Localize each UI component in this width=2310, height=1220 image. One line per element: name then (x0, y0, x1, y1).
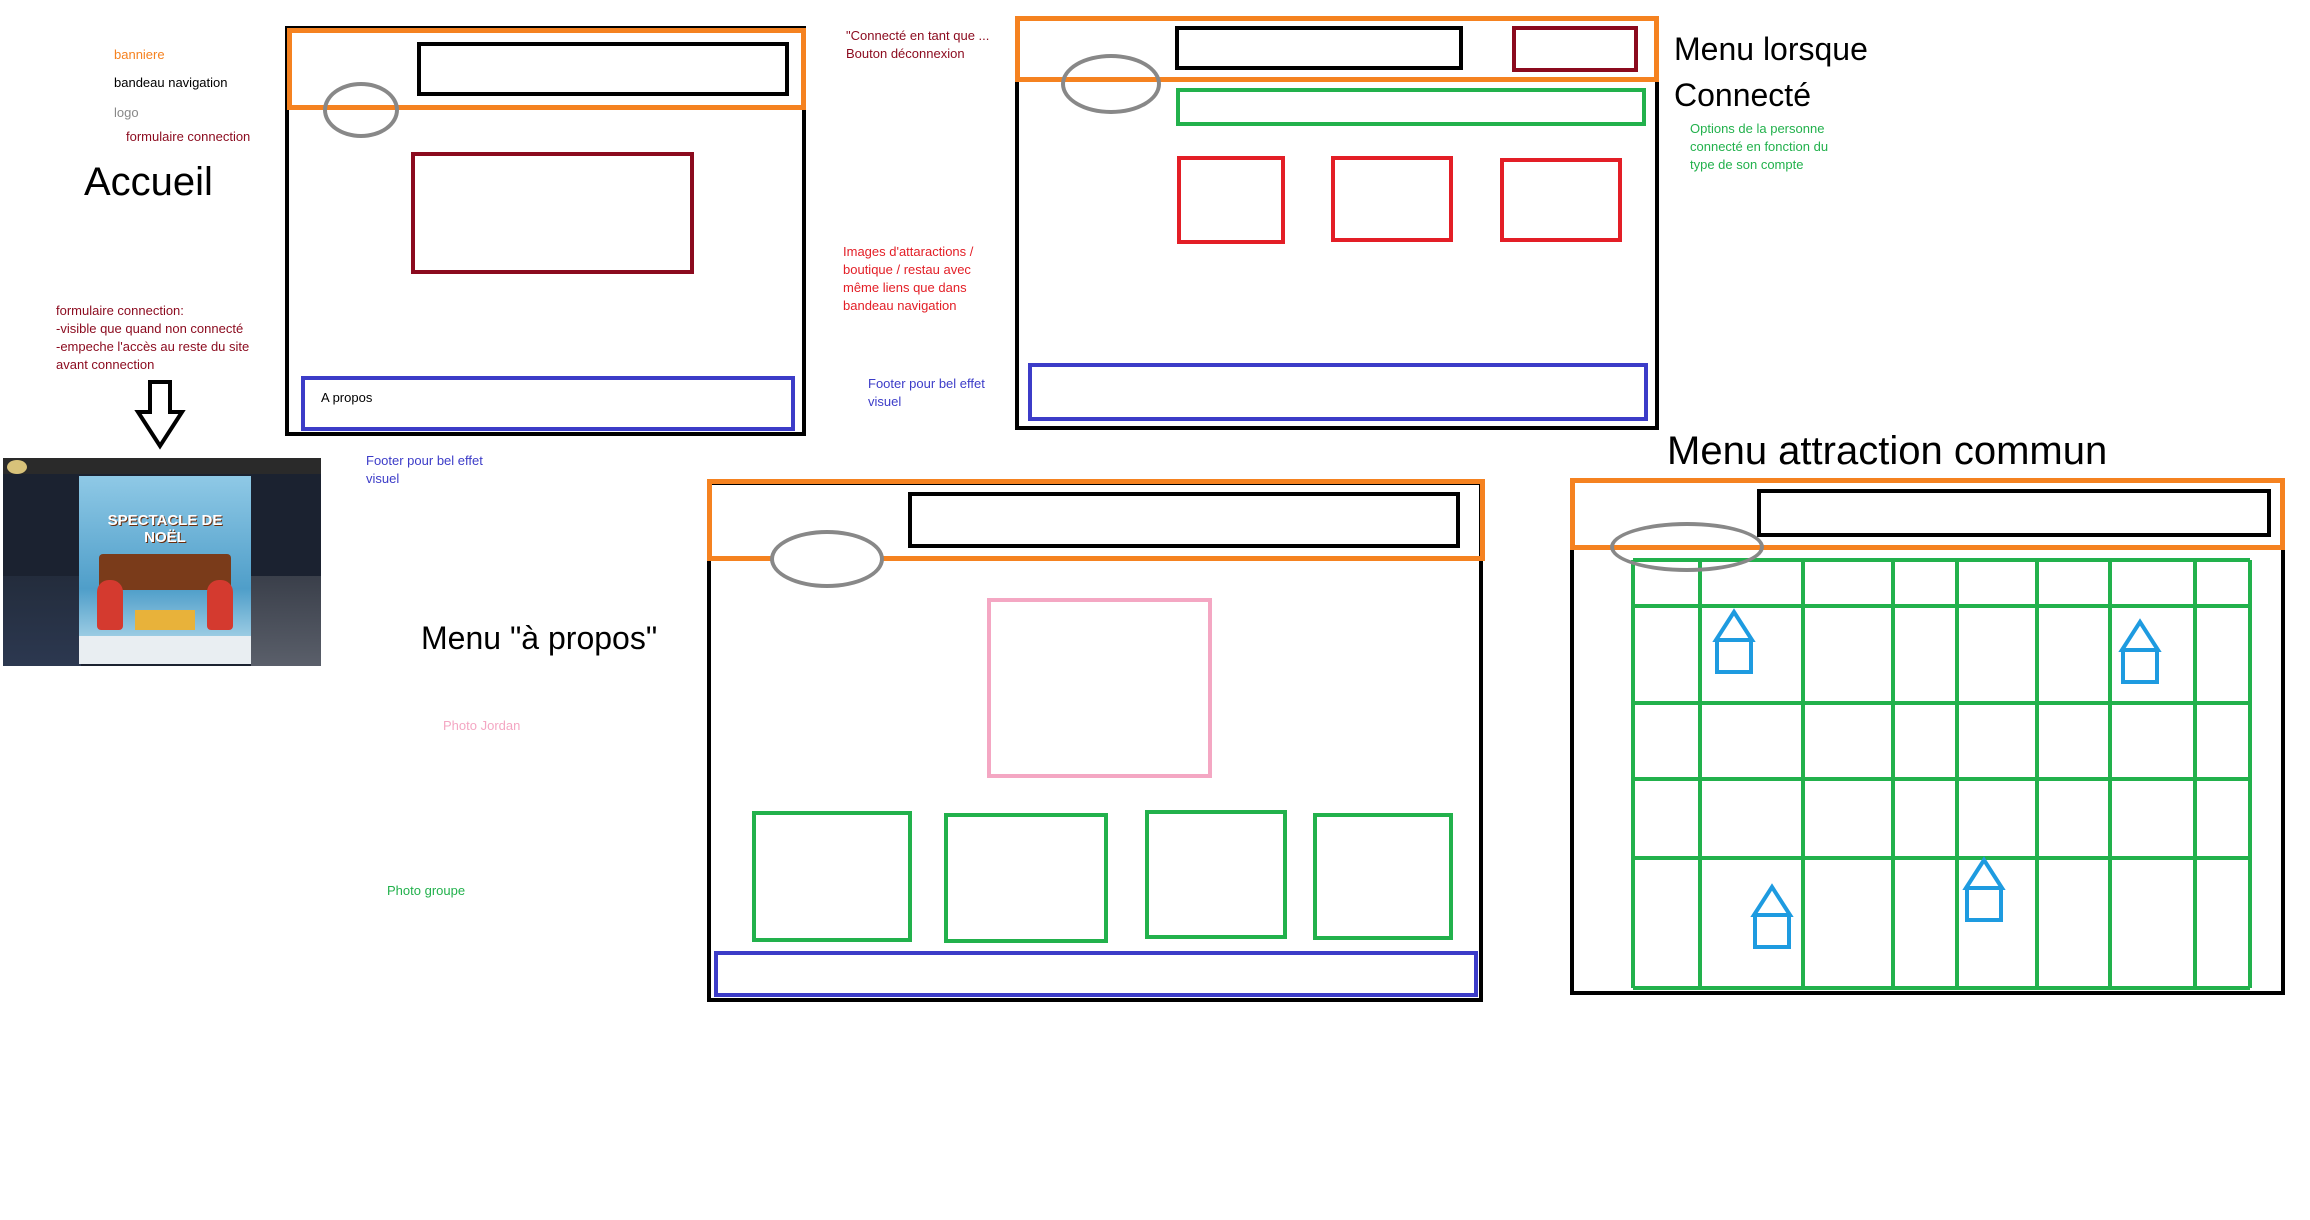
footer-note-line: Footer pour bel effet (366, 453, 483, 468)
photo-groupe-label: Photo groupe (387, 883, 466, 898)
login-note-line: formulaire connection: (56, 303, 184, 318)
screenshot-bg-left (3, 576, 81, 666)
images-note-line: même liens que dans (843, 280, 967, 295)
accueil-login-form (411, 152, 694, 274)
apropos-photo-groupe (944, 813, 1108, 943)
legend-login-form: formulaire connection (126, 129, 251, 144)
login-note-line: -visible que quand non connecté (56, 321, 244, 336)
connected-title-line: Menu lorsque (1674, 31, 1868, 67)
accueil-footer (301, 376, 795, 431)
login-screenshot: SPECTACLE DE NOËL (3, 458, 321, 666)
screenshot-poster-character (97, 580, 123, 630)
images-note-line: boutique / restau avec (843, 262, 971, 277)
connected-title: Menu lorsque Connecté (1674, 26, 1868, 118)
logout-note-line: Bouton déconnexion (846, 46, 965, 61)
connected-image (1331, 156, 1453, 242)
options-note-line: connecté en fonction du (1690, 139, 1829, 154)
legend-nav: bandeau navigation (114, 75, 228, 90)
accueil-footer-note: Footer pour bel effet visuel (366, 452, 483, 488)
connected-options (1176, 88, 1646, 126)
attraction-logo (1610, 522, 1764, 572)
footer-note-line: visuel (868, 394, 902, 409)
apropos-photo-groupe (1145, 810, 1287, 939)
connected-image (1500, 158, 1622, 242)
options-note-line: type de son compte (1690, 157, 1804, 172)
accueil-footer-label: A propos (321, 390, 373, 405)
footer-note-line: visuel (366, 471, 400, 486)
screenshot-poster-character (207, 580, 233, 630)
photo-jordan-label: Photo Jordan (443, 718, 521, 733)
attraction-nav (1757, 489, 2271, 537)
connected-title-line: Connecté (1674, 77, 1811, 113)
logout-note-line: "Connecté en tant que ... (846, 28, 990, 43)
legend-logo: logo (114, 105, 139, 120)
accueil-title: Accueil (84, 160, 213, 204)
screenshot-poster-gifts (135, 610, 195, 630)
screenshot-topbar (3, 458, 321, 474)
accueil-nav (417, 42, 789, 96)
screenshot-bg-right (251, 576, 321, 666)
screenshot-poster: SPECTACLE DE NOËL (79, 476, 251, 664)
logout-note: "Connecté en tant que ... Bouton déconne… (846, 27, 989, 63)
connected-logo (1061, 54, 1161, 114)
legend-banner: banniere (114, 47, 165, 62)
images-note-line: Images d'attaractions / (843, 244, 974, 259)
apropos-photo-jordan (987, 598, 1212, 778)
connected-footer (1028, 363, 1648, 421)
apropos-logo (770, 530, 884, 588)
apropos-footer (714, 951, 1478, 997)
options-note-line: Options de la personne (1690, 121, 1825, 136)
apropos-title: Menu "à propos" (421, 620, 658, 656)
login-note: formulaire connection: -visible que quan… (56, 302, 249, 374)
images-note-line: bandeau navigation (843, 298, 957, 313)
attraction-title: Menu attraction commun (1667, 429, 2108, 473)
connected-image (1177, 156, 1285, 244)
apropos-photo-groupe (1313, 813, 1453, 940)
screenshot-poster-title: SPECTACLE DE NOËL (107, 512, 223, 546)
footer-note-line: Footer pour bel effet (868, 376, 985, 391)
accueil-logo (323, 82, 399, 138)
connected-logout (1512, 26, 1638, 72)
apropos-nav (908, 492, 1460, 548)
images-note: Images d'attaractions / boutique / resta… (843, 243, 973, 315)
connected-nav (1175, 26, 1463, 70)
login-note-line: avant connection (56, 357, 155, 372)
screenshot-poster-footer (79, 636, 251, 664)
options-note: Options de la personne connecté en fonct… (1690, 120, 1828, 174)
login-note-line: -empeche l'accès au reste du site (56, 339, 250, 354)
screenshot-logo-icon (7, 460, 27, 474)
connected-footer-note: Footer pour bel effet visuel (868, 375, 985, 411)
apropos-photo-groupe (752, 811, 912, 942)
